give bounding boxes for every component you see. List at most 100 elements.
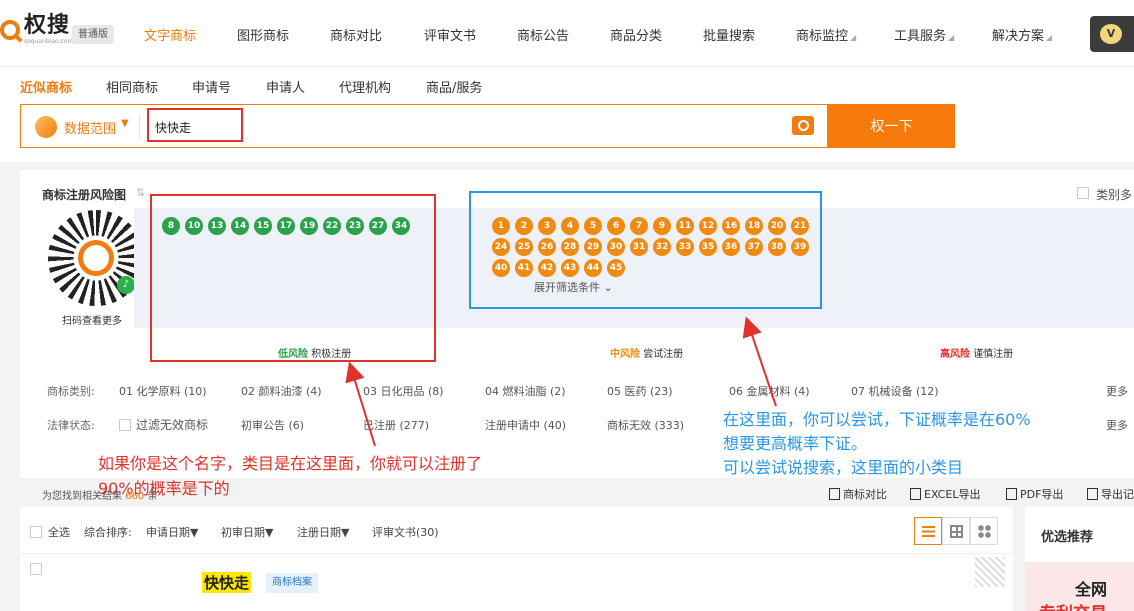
category-filter-02[interactable]: 02 颜料油漆 (4) (241, 383, 322, 399)
result-list: 全选 综合排序: 申请日期▼ 初审日期▼ 注册日期▼ 评审文书(30) 快快走 … (20, 507, 1013, 611)
sort-icon[interactable]: ⇅ (136, 186, 145, 199)
recommend-title: 优选推荐 (1041, 530, 1094, 545)
category-filter-01[interactable]: 01 化学原料 (10) (119, 383, 207, 399)
checkbox[interactable] (119, 419, 131, 431)
grid-view-button[interactable] (942, 517, 970, 545)
compare-button[interactable]: 商标对比 (829, 486, 887, 502)
row-checkbox[interactable] (30, 563, 42, 575)
search-bar: 数据范围 ▼ 快快走 (20, 104, 828, 148)
result-count: 660 (125, 491, 145, 502)
category-filter-05[interactable]: 05 医药 (23) (607, 383, 673, 399)
logo[interactable]: 权搜 soquanbiao.com (0, 14, 73, 46)
filter-invalid-checkbox[interactable]: 过滤无效商标 (119, 416, 208, 433)
qr-label: 扫码查看更多 (62, 316, 122, 327)
review-docs-filter[interactable]: 评审文书(30) (372, 524, 439, 540)
status-more-button[interactable]: 更多 (1106, 417, 1128, 433)
high-risk-label: 高风险 谨慎注册 (940, 349, 1014, 360)
camera-icon[interactable] (792, 116, 814, 135)
tiles-icon (978, 525, 991, 538)
category-filter-04[interactable]: 04 燃料油脂 (2) (485, 383, 566, 399)
annotation-blue-line3: 可以尝试说搜索，这里面的小类目 (723, 458, 964, 477)
qr-logo-icon (78, 240, 114, 276)
chevron-down-icon[interactable]: ▼ (121, 118, 129, 129)
compare-label: 商标对比 (843, 488, 887, 501)
logo-search-icon (0, 20, 20, 40)
sort-review-date-label: 初审日期 (221, 526, 265, 539)
nav-goods-classification[interactable]: 商品分类 (610, 25, 662, 44)
filter-invalid-label: 过滤无效商标 (136, 418, 209, 432)
chevron-down-icon: ◢ (948, 33, 955, 42)
result-info: 为您找到相关结果 660 条 (42, 491, 158, 502)
tab-same-trademark[interactable]: 相同商标 (106, 77, 158, 96)
search-button[interactable]: 权一下 (828, 104, 955, 148)
multi-category-label: 类别多 (1096, 188, 1133, 202)
category-filter-07[interactable]: 07 机械设备 (12) (851, 383, 939, 399)
pdf-export-label: PDF导出 (1020, 488, 1064, 501)
multi-category-checkbox[interactable] (1077, 187, 1089, 199)
checkbox[interactable] (30, 526, 42, 538)
chevron-down-icon: ◢ (850, 33, 857, 42)
divider (139, 115, 140, 139)
tab-goods-services[interactable]: 商品/服务 (426, 77, 482, 96)
category-more-button[interactable]: 更多 (1106, 383, 1128, 399)
nav-solutions[interactable]: 解决方案 ◢ (992, 25, 1052, 44)
mini-program-icon: ♪ (117, 276, 135, 294)
trademark-archive-tag[interactable]: 商标档案 (266, 573, 318, 593)
tab-agency[interactable]: 代理机构 (339, 77, 391, 96)
nav-tool-services[interactable]: 工具服务 ◢ (894, 25, 954, 44)
nav-trademark-monitor[interactable]: 商标监控 ◢ (796, 25, 856, 44)
nav-trademark-compare[interactable]: 商标对比 (330, 25, 382, 44)
chevron-down-icon: ◢ (1046, 33, 1053, 42)
corner-qr-icon[interactable] (975, 557, 1005, 587)
sort-register-date-label: 注册日期 (297, 526, 341, 539)
banner-subtitle: 专利交易 (1039, 599, 1107, 611)
category-filter-key: 商标类别: (47, 385, 95, 398)
excel-export-button[interactable]: EXCEL导出 (910, 486, 980, 502)
export-records-button[interactable]: 导出记 (1087, 486, 1134, 502)
category-filter-03[interactable]: 03 日化用品 (8) (363, 383, 444, 399)
status-filter-applying[interactable]: 注册申请中 (40) (485, 417, 566, 433)
top-nav: 权搜 soquanbiao.com 普通版 文字商标 图形商标 商标对比 评审文… (0, 0, 1134, 66)
sort-apply-date[interactable]: 申请日期▼ (146, 524, 198, 540)
nav-tool-services-label: 工具服务 (894, 29, 947, 44)
arrow-down-icon: ▼ (265, 526, 274, 539)
nav-solutions-label: 解决方案 (992, 29, 1045, 44)
search-type-tabs: 近似商标 相同商标 申请号 申请人 代理机构 商品/服务 (0, 66, 1134, 104)
annotation-red-box-query (147, 108, 243, 142)
logo-domain: soquanbiao.com (24, 38, 74, 45)
status-filter-preliminary[interactable]: 初审公告 (6) (241, 417, 304, 433)
sort-bar: 全选 综合排序: 申请日期▼ 初审日期▼ 注册日期▼ 评审文书(30) (20, 507, 1013, 554)
high-risk-zone (815, 208, 1134, 328)
annotation-red-line1: 如果你是这个名字，类目是在这里面，你就可以注册了 (98, 454, 483, 473)
annotation-blue-line1: 在这里面，你可以尝试，下证概率是在60% (723, 410, 1031, 429)
arrow-down-icon: ▼ (190, 526, 199, 539)
list-icon (922, 526, 935, 537)
status-filter-invalid[interactable]: 商标无效 (333) (607, 417, 684, 433)
status-filter-registered[interactable]: 已注册 (277) (363, 417, 429, 433)
category-filter-06[interactable]: 06 金属材料 (4) (729, 383, 810, 399)
nav-batch-search[interactable]: 批量搜索 (703, 25, 755, 44)
nav-text-trademark[interactable]: 文字商标 (144, 25, 196, 44)
tab-applicant[interactable]: 申请人 (266, 77, 305, 96)
trademark-name[interactable]: 快快走 (202, 572, 252, 593)
recommend-panel: 优选推荐 全网 专利交易 (1025, 507, 1134, 611)
nav-trademark-announcement[interactable]: 商标公告 (517, 25, 569, 44)
nav-image-trademark[interactable]: 图形商标 (237, 25, 289, 44)
tile-view-button[interactable] (970, 517, 998, 545)
data-scope-dropdown[interactable]: 数据范围 (64, 118, 116, 137)
annotation-red-box (150, 194, 436, 362)
export-records-label: 导出记 (1101, 488, 1134, 501)
recommend-banner[interactable]: 全网 专利交易 (1025, 562, 1134, 611)
pdf-export-button[interactable]: PDF导出 (1006, 486, 1063, 502)
sort-review-date[interactable]: 初审日期▼ (221, 524, 273, 540)
sort-register-date[interactable]: 注册日期▼ (297, 524, 349, 540)
vip-button[interactable]: V (1090, 16, 1134, 52)
tab-application-number[interactable]: 申请号 (192, 77, 231, 96)
select-all[interactable]: 全选 (30, 524, 70, 540)
risk-panel-title: 商标注册风险图 (42, 188, 127, 202)
logo-title: 权搜 (24, 13, 71, 38)
export-icon (1087, 488, 1098, 500)
list-view-button[interactable] (914, 517, 942, 545)
nav-review-docs[interactable]: 评审文书 (424, 25, 476, 44)
tab-similar-trademark[interactable]: 近似商标 (20, 77, 72, 96)
